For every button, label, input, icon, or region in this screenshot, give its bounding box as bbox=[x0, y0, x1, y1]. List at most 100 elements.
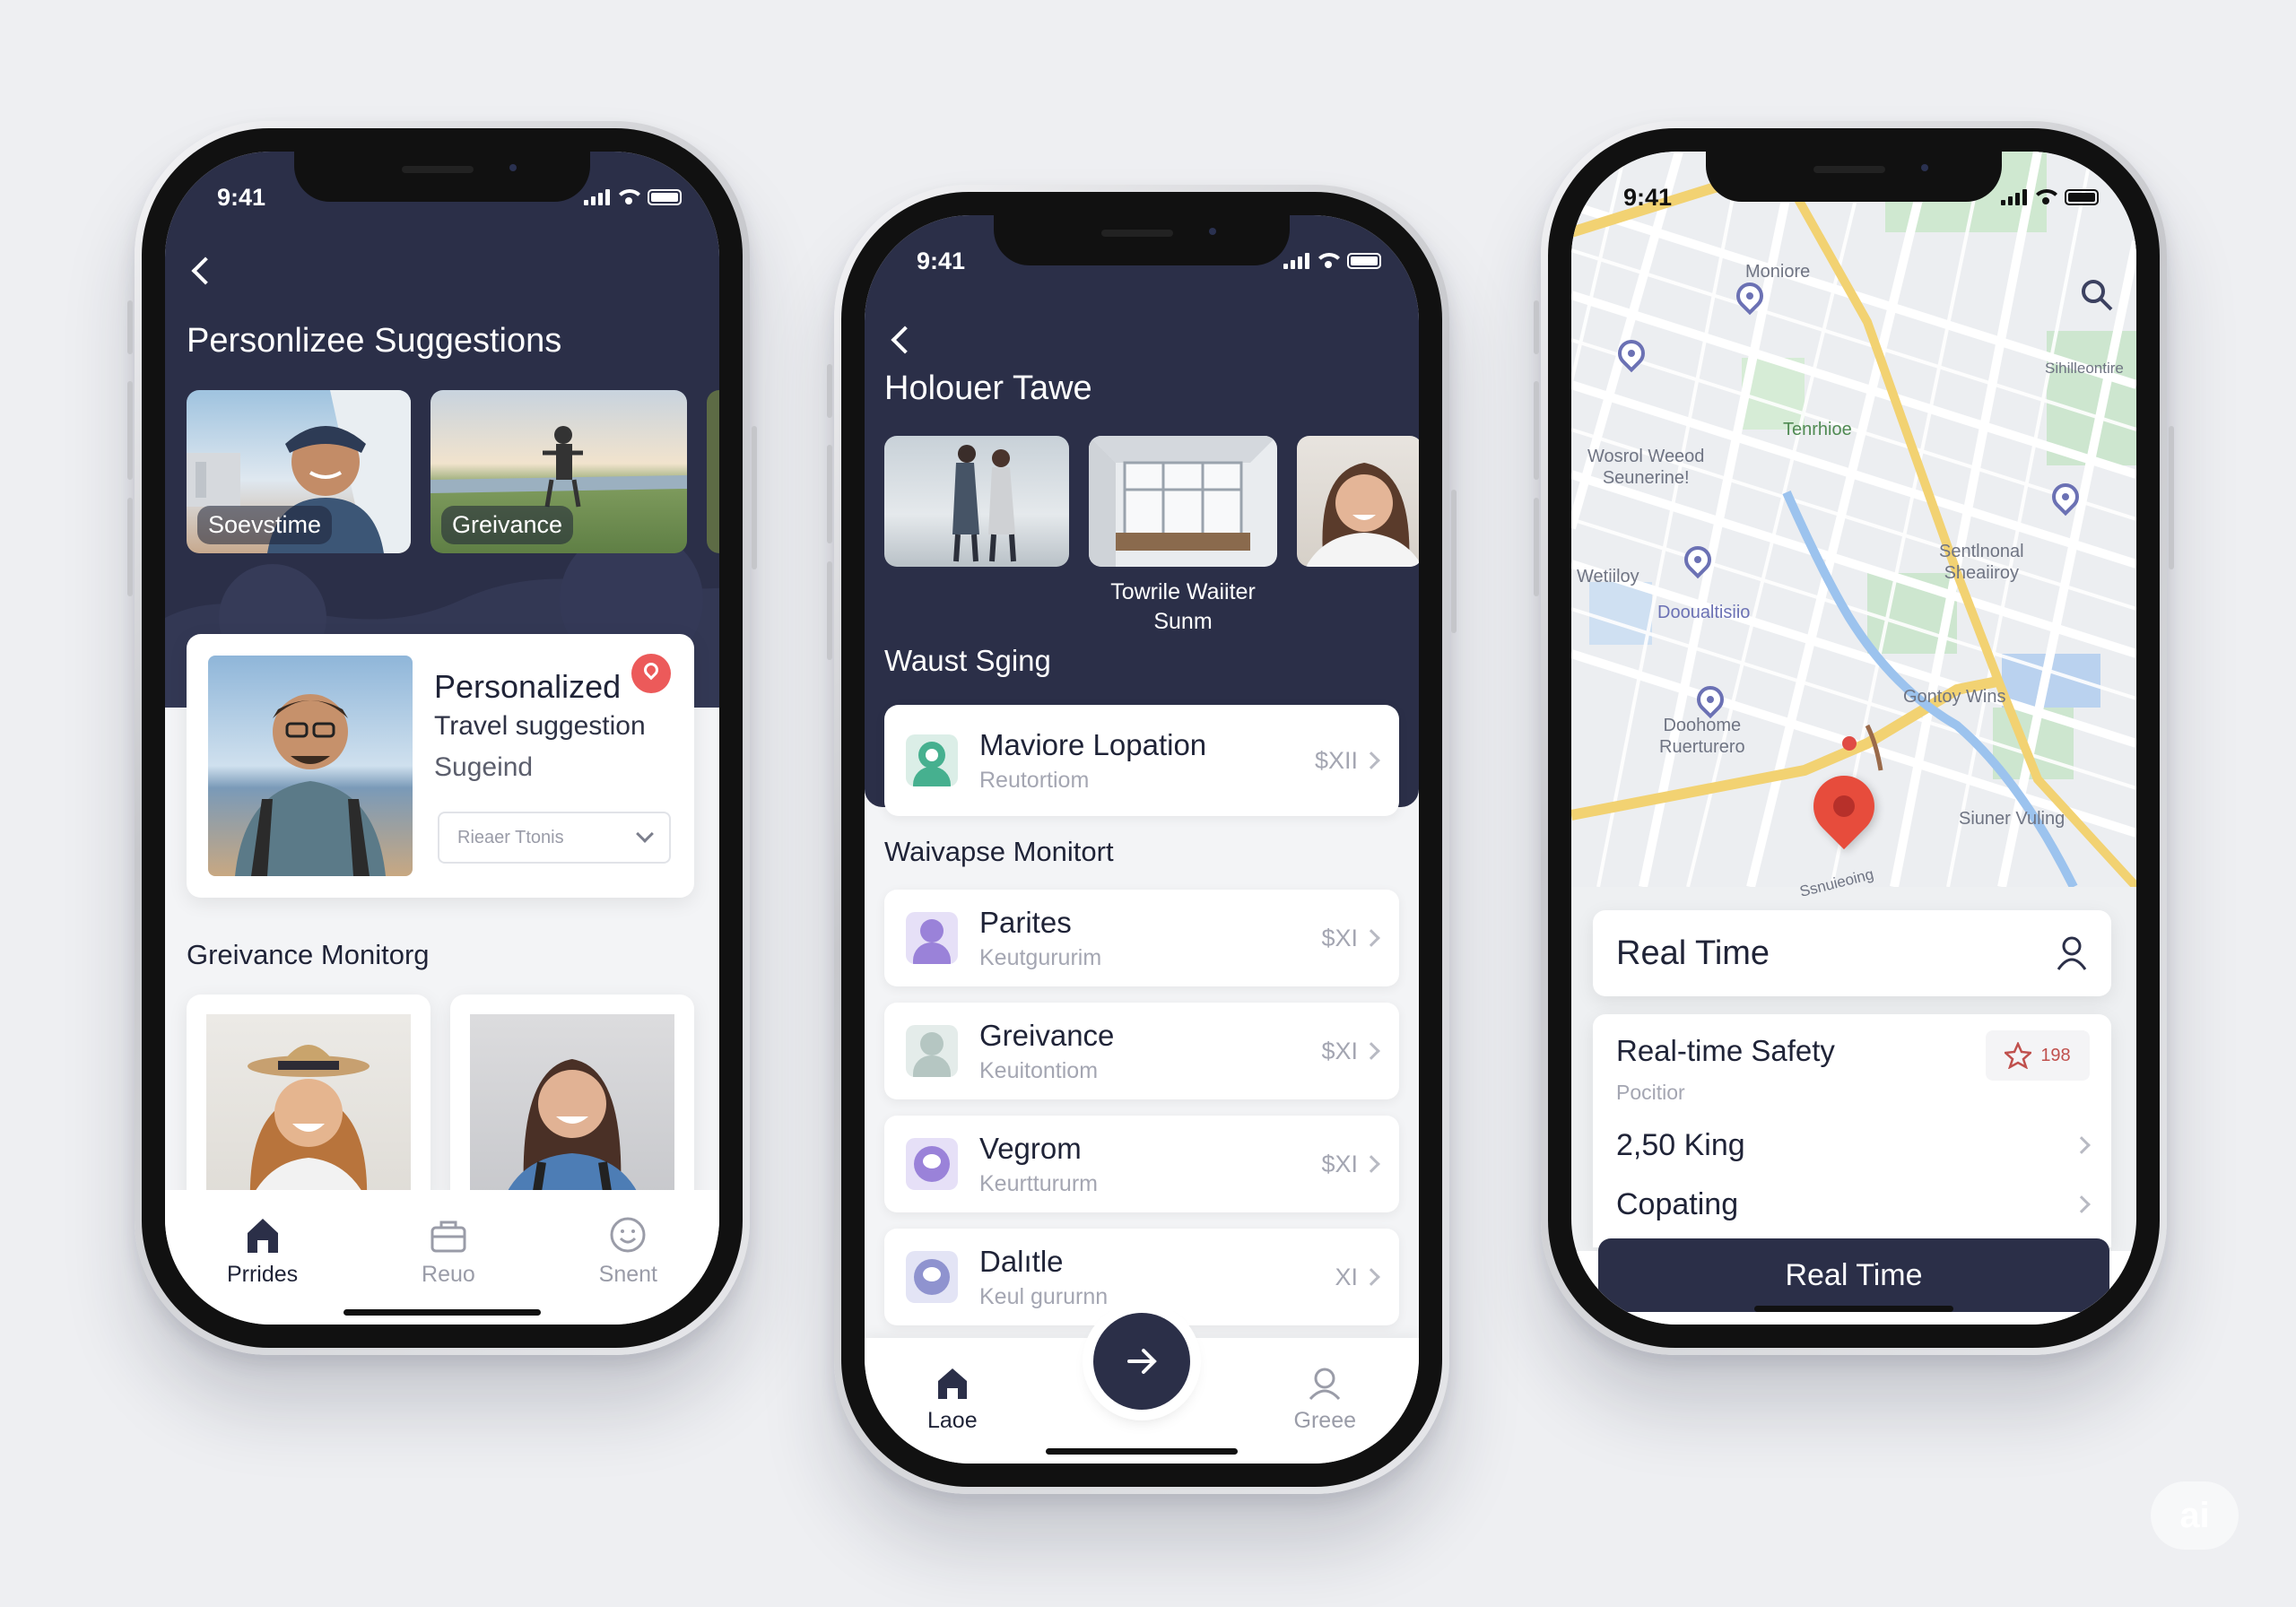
page-title: Personlizee Suggestions bbox=[187, 322, 562, 360]
list-row-4[interactable]: Dalıtle Keul gururnn XI bbox=[884, 1229, 1399, 1325]
suggestion-label-1: Soevstime bbox=[197, 506, 333, 544]
list-row-3[interactable]: Vegrom Keurttururm $XI bbox=[884, 1116, 1399, 1212]
featured-title: Maviore Lopation bbox=[979, 727, 1207, 761]
feature-line1: Travel suggestion bbox=[434, 711, 646, 741]
star-icon bbox=[2005, 1042, 2032, 1069]
safety-panel: Real-time Safety Pocitior 198 2,50 King … bbox=[1593, 1014, 2111, 1247]
nav-item-home[interactable]: Laoe bbox=[927, 1365, 978, 1434]
nav-label: Snent bbox=[598, 1262, 658, 1287]
status-bar: 9:41 bbox=[1571, 152, 2136, 223]
monitor-card-1[interactable] bbox=[187, 995, 430, 1220]
feature-card[interactable]: Personalized Travel suggestion Sugeind R… bbox=[187, 634, 694, 898]
gallery-photo-2[interactable] bbox=[1089, 436, 1277, 567]
map-label: Doohome Ruerturero bbox=[1659, 716, 1745, 757]
realtime-bar[interactable]: Real Time bbox=[1593, 910, 2111, 996]
home-indicator bbox=[1046, 1448, 1238, 1455]
user-icon bbox=[1309, 1368, 1341, 1401]
suggestion-select[interactable]: Rieaer Ttonis bbox=[438, 812, 671, 864]
wifi-icon bbox=[2034, 189, 2057, 205]
row-label: Copating bbox=[1616, 1186, 1739, 1221]
section-title: Greivance Monitorg bbox=[187, 939, 430, 970]
avatar-icon bbox=[906, 1251, 958, 1303]
nav-item-home[interactable]: Prrides bbox=[227, 1215, 298, 1288]
chevron-right-icon bbox=[1362, 929, 1380, 947]
arrow-right-icon bbox=[1127, 1349, 1157, 1374]
row-price: $XI bbox=[1321, 1150, 1358, 1177]
user-icon[interactable] bbox=[2056, 935, 2088, 971]
ai-watermark: ai bbox=[2151, 1481, 2239, 1550]
suggestion-card-2[interactable]: Greivance bbox=[430, 390, 687, 553]
row-price: $XI bbox=[1321, 1037, 1358, 1064]
avatar-icon bbox=[906, 1025, 958, 1077]
avatar-icon bbox=[906, 1138, 958, 1190]
gallery-photo-1[interactable] bbox=[884, 436, 1069, 567]
list-row-1[interactable]: Parites Keutgururim $XI bbox=[884, 890, 1399, 986]
suggestion-card-1[interactable]: Soevstime bbox=[187, 390, 411, 553]
signal-icon bbox=[2001, 189, 2027, 205]
favorite-badge[interactable]: 198 bbox=[1986, 1030, 2090, 1081]
gallery-caption: Towrile Waiiter Sunm bbox=[1089, 578, 1277, 636]
row-sub: Keurttururm bbox=[979, 1170, 1098, 1196]
map-label-line: Wosrol Weeod Seunerine! bbox=[1587, 447, 1705, 488]
row-title: Dalıtle bbox=[979, 1244, 1064, 1278]
home-indicator bbox=[1754, 1306, 1953, 1312]
safety-row-2[interactable]: Copating bbox=[1616, 1179, 2091, 1229]
favorite-count: 198 bbox=[2040, 1045, 2071, 1065]
wifi-icon bbox=[617, 189, 640, 205]
suggestion-label-2: Greivance bbox=[441, 506, 574, 544]
status-time: 9:41 bbox=[217, 183, 266, 211]
safety-row-1[interactable]: 2,50 King bbox=[1616, 1120, 2091, 1170]
location-icon bbox=[906, 734, 958, 786]
suggestion-card-3[interactable] bbox=[707, 390, 719, 553]
smile-icon bbox=[610, 1217, 646, 1253]
section-title-1: Waust Sging bbox=[884, 644, 1051, 677]
row-label: 2,50 King bbox=[1616, 1127, 1745, 1162]
map-label: Wetiiloy bbox=[1577, 567, 1639, 586]
avatar-icon bbox=[906, 912, 958, 964]
status-time: 9:41 bbox=[917, 247, 966, 274]
featured-price: $XII bbox=[1314, 746, 1358, 774]
home-icon bbox=[937, 1368, 967, 1399]
bottom-nav: Prrides Reuo Snent bbox=[165, 1190, 719, 1325]
nav-label: Greee bbox=[1293, 1408, 1356, 1433]
map-label: Wosrol Weeod Seunerine! bbox=[1587, 446, 1704, 489]
home-icon bbox=[247, 1219, 278, 1253]
map-label: Moniore bbox=[1745, 262, 1811, 282]
realtime-title: Real Time bbox=[1616, 934, 1770, 972]
map-label: Gontoy Wins bbox=[1903, 687, 2006, 707]
wifi-icon bbox=[1317, 253, 1340, 269]
featured-sub: Reutortiom bbox=[979, 767, 1090, 793]
map-label: Sihilleontire bbox=[2045, 360, 2124, 377]
row-sub: Keul gururnn bbox=[979, 1283, 1109, 1309]
chevron-right-icon bbox=[2073, 1195, 2091, 1213]
map-label: Siuner Vuling bbox=[1959, 809, 2066, 829]
gallery-photo-3[interactable] bbox=[1297, 436, 1419, 567]
status-time: 9:41 bbox=[1623, 183, 1673, 211]
list-row-2[interactable]: Greivance Keuitontiom $XI bbox=[884, 1003, 1399, 1099]
feature-line2: Sugeind bbox=[434, 752, 534, 782]
bag-icon bbox=[430, 1220, 466, 1253]
feature-photo bbox=[208, 656, 413, 876]
real-time-button[interactable]: Real Time bbox=[1598, 1238, 2109, 1312]
map-label: Tenrhioe bbox=[1783, 420, 1852, 439]
monitor-card-2[interactable] bbox=[450, 995, 694, 1220]
map-label: Dooualtisiio bbox=[1657, 603, 1751, 622]
search-icon[interactable] bbox=[2079, 277, 2115, 313]
home-indicator bbox=[344, 1309, 541, 1316]
row-title: Greivance bbox=[979, 1018, 1115, 1052]
featured-row[interactable]: Maviore Lopation Reutortiom $XII bbox=[884, 705, 1399, 816]
chevron-right-icon bbox=[1362, 1155, 1380, 1173]
phone-2: 9:41 Holouer Tawe Towrile Waiiter Sunm W… bbox=[827, 185, 1457, 1494]
nav-label: Prrides bbox=[226, 1262, 299, 1287]
map-pin-icon bbox=[640, 659, 662, 681]
location-pin-badge[interactable] bbox=[631, 654, 671, 693]
chevron-right-icon bbox=[2073, 1136, 2091, 1154]
nav-item-smile[interactable]: Snent bbox=[599, 1215, 657, 1288]
nav-item-bag[interactable]: Reuo bbox=[422, 1215, 475, 1288]
caption-line-1: Towrile Waiiter bbox=[1110, 579, 1256, 604]
section-title-2: Waivapse Monitort bbox=[884, 836, 1114, 867]
nav-item-profile[interactable]: Greee bbox=[1294, 1365, 1356, 1434]
next-fab[interactable] bbox=[1093, 1313, 1190, 1410]
status-bar: 9:41 bbox=[865, 215, 1419, 287]
caption-line-2: Sunm bbox=[1153, 608, 1213, 634]
